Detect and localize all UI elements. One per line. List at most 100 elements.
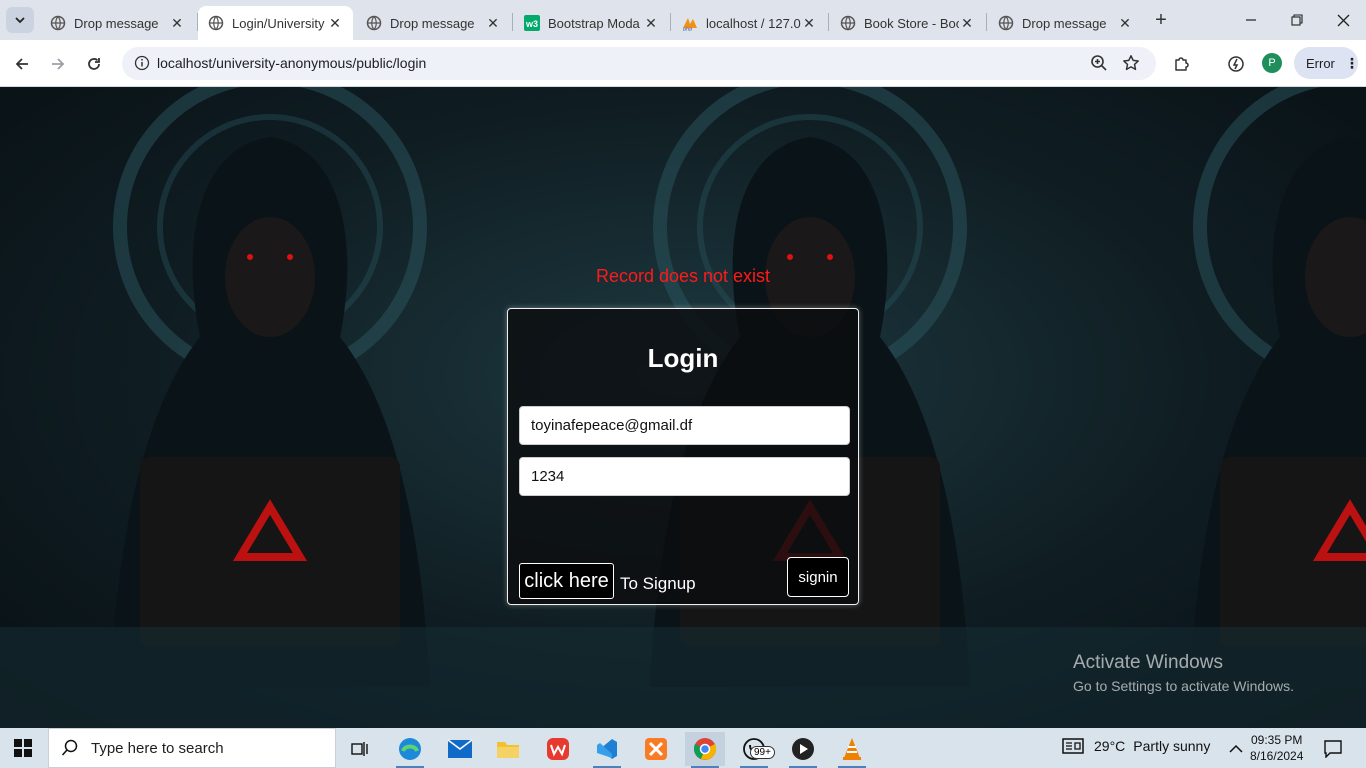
start-button[interactable] — [14, 739, 32, 762]
signup-link-button[interactable]: click here — [519, 563, 614, 599]
search-icon — [61, 739, 78, 756]
clock-time: 09:35 PM — [1251, 733, 1303, 747]
profile-avatar[interactable]: P — [1262, 53, 1282, 73]
activate-windows-watermark: Activate Windows Go to Settings to activ… — [1073, 652, 1294, 694]
tab-drop-message-2[interactable]: Drop message ✕ — [356, 6, 511, 40]
notification-badge: 99+ — [750, 746, 775, 759]
error-menu-button[interactable]: Error ⋮ — [1294, 47, 1359, 79]
tab-title: Drop message — [74, 15, 159, 31]
tab-title: Bootstrap Moda — [548, 15, 640, 31]
bookmark-star-icon[interactable] — [1122, 54, 1140, 77]
tab-title: Drop message — [1022, 15, 1107, 31]
close-window-button[interactable] — [1320, 0, 1366, 40]
notification-center-button[interactable] — [1316, 732, 1350, 766]
error-message: Record does not exist — [595, 266, 771, 286]
close-tab-icon[interactable]: ✕ — [959, 15, 975, 31]
w3schools-icon: w3 — [524, 15, 540, 31]
address-bar[interactable]: localhost/university-anonymous/public/lo… — [122, 47, 1156, 80]
system-clock[interactable]: 09:35 PM 8/16/2024 — [1250, 732, 1303, 764]
close-tab-icon[interactable]: ✕ — [485, 15, 501, 31]
globe-icon — [366, 15, 382, 31]
whatsapp-icon[interactable]: 99+ — [734, 732, 775, 768]
tab-separator — [670, 13, 671, 31]
clock-date: 8/16/2024 — [1250, 749, 1304, 763]
back-button[interactable] — [9, 51, 35, 77]
close-tab-icon[interactable]: ✕ — [643, 15, 659, 31]
tab-title: localhost / 127.0 — [706, 15, 801, 31]
close-tab-icon[interactable]: ✕ — [801, 15, 817, 31]
windows-taskbar: Type here to search 99+ 29°C Partly sunn… — [0, 728, 1366, 768]
signin-button[interactable]: signin — [787, 557, 849, 597]
close-tab-icon[interactable]: ✕ — [1117, 15, 1133, 31]
svg-text:w3: w3 — [525, 19, 538, 29]
tab-title: Drop message — [390, 15, 475, 31]
globe-icon — [998, 15, 1014, 31]
task-view-icon[interactable] — [340, 732, 380, 766]
tab-bootstrap-modal[interactable]: w3 Bootstrap Moda ✕ — [514, 6, 669, 40]
extensions-button[interactable] — [1170, 52, 1194, 76]
close-icon — [1337, 14, 1349, 26]
watermark-subtitle: Go to Settings to activate Windows. — [1073, 678, 1294, 694]
email-field[interactable] — [519, 406, 850, 445]
tab-separator — [828, 13, 829, 31]
login-title: Login — [647, 343, 719, 373]
tab-separator — [512, 13, 513, 31]
weather-widget[interactable]: 29°C Partly sunny — [1062, 738, 1210, 754]
site-info-icon[interactable] — [134, 55, 150, 76]
reload-icon — [88, 58, 100, 70]
show-hidden-icons-button[interactable] — [1222, 732, 1250, 766]
tab-drop-message-3[interactable]: Drop message ✕ — [988, 6, 1143, 40]
tab-separator — [986, 13, 987, 31]
vscode-icon[interactable] — [587, 732, 627, 768]
tab-phpmyadmin[interactable]: php localhost / 127.0 ✕ — [672, 6, 827, 40]
weather-temp: 29°C — [1094, 738, 1126, 754]
restore-button[interactable] — [1274, 0, 1320, 40]
url-text[interactable]: localhost/university-anonymous/public/lo… — [157, 55, 426, 71]
forward-arrow-icon — [52, 58, 65, 70]
file-explorer-icon[interactable] — [488, 732, 528, 766]
windows-logo-icon — [14, 739, 32, 757]
password-field[interactable] — [519, 457, 850, 496]
chevron-down-icon — [15, 17, 25, 24]
chat-bubble-icon — [1324, 740, 1342, 758]
minimize-button[interactable] — [1228, 0, 1274, 40]
puzzle-icon — [1175, 57, 1189, 71]
close-tab-icon[interactable]: ✕ — [327, 15, 343, 31]
chrome-icon[interactable] — [685, 732, 725, 768]
taskbar-search-box[interactable]: Type here to search — [48, 728, 336, 768]
wps-icon[interactable] — [538, 732, 578, 766]
signup-text: To Signup — [620, 574, 696, 593]
globe-icon — [840, 15, 856, 31]
search-placeholder: Type here to search — [91, 739, 224, 757]
browser-toolbar: localhost/university-anonymous/public/lo… — [0, 40, 1366, 87]
globe-icon — [50, 15, 66, 31]
svg-text:php: php — [683, 27, 692, 32]
zoom-icon[interactable] — [1090, 54, 1108, 77]
tab-drop-message-1[interactable]: Drop message ✕ — [40, 6, 195, 40]
tab-login-university[interactable]: Login/University ✕ — [198, 6, 353, 40]
speedometer-icon — [1228, 56, 1244, 72]
watermark-title: Activate Windows — [1073, 652, 1223, 673]
tab-title: Login/University — [232, 15, 325, 31]
tab-search-button[interactable] — [6, 7, 34, 33]
vlc-icon[interactable] — [832, 732, 872, 768]
restore-icon — [1291, 14, 1303, 26]
kebab-menu-icon: ⋮ — [1344, 54, 1359, 71]
new-tab-button[interactable]: + — [1150, 9, 1172, 31]
performance-button[interactable] — [1224, 52, 1248, 76]
news-weather-icon — [1062, 738, 1084, 754]
media-player-icon[interactable] — [783, 732, 823, 768]
page-background: Record does not exist Login click here T… — [0, 87, 1366, 728]
close-tab-icon[interactable]: ✕ — [169, 15, 185, 31]
tab-title: Book Store - Boo — [864, 15, 959, 31]
chevron-up-icon — [1229, 744, 1243, 753]
tab-book-store[interactable]: Book Store - Boo ✕ — [830, 6, 985, 40]
forward-button[interactable] — [45, 51, 71, 77]
reload-button[interactable] — [81, 51, 107, 77]
weather-condition: Partly sunny — [1133, 738, 1211, 754]
mail-icon[interactable] — [440, 732, 480, 766]
error-label: Error — [1306, 55, 1335, 71]
edge-icon[interactable] — [390, 732, 430, 768]
minimize-icon — [1246, 19, 1256, 21]
xampp-icon[interactable] — [636, 732, 676, 766]
